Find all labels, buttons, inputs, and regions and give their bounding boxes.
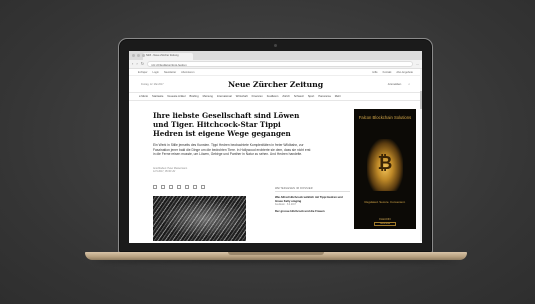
nav-item-mehr[interactable]: Mehr (335, 95, 341, 98)
nav-item-briefing[interactable]: Briefing (189, 95, 198, 98)
article-byline: Anschließen: Peter Mustermann 12.5.2017,… (153, 167, 213, 174)
laptop-opening-notch (228, 252, 324, 255)
service-link-epaper[interactable]: E-Paper (138, 71, 148, 74)
masthead: Freitag, 12. Mai 2017 Neue Zürcher Zeitu… (129, 76, 422, 93)
ad-banner[interactable]: Falcon Blockchain Solutions ₿ Regulated.… (354, 109, 416, 229)
close-dot[interactable] (132, 54, 135, 57)
nzz-logo[interactable]: Neue Zürcher Zeitung (129, 80, 422, 89)
nav-item-feuilleton[interactable]: Feuilleton (267, 95, 279, 98)
service-strip: E-Paper Login Newsletter Abonnieren Hilf… (129, 69, 422, 76)
browser-tabbar: NZZ - Neue Zürcher Zeitung (129, 51, 422, 60)
scrollbar-thumb[interactable] (420, 91, 422, 109)
address-bar-row: ‹ › ↻ nzz.ch/feuilleton/tippi-hedren ⋯ (129, 60, 422, 69)
article-area: Ihre liebste Gesellschaft sind Löwen und… (129, 101, 422, 241)
related-link-1[interactable]: Wie Alfred Hitchcock wirklich mit Tippi … (275, 195, 350, 203)
section-nav: ≡ Menü Startseite Neueste Artikel Briefi… (129, 93, 422, 101)
camera-dot (274, 44, 277, 47)
related-label: WEITERLESEN IM DOSSIER (275, 187, 350, 192)
nav-item-menu[interactable]: ≡ Menü (139, 95, 148, 98)
nav-item-sport[interactable]: Sport (308, 95, 314, 98)
nav-item-finanzen[interactable]: Finanzen (252, 95, 263, 98)
service-link-angebote[interactable]: Abo-Angebote (396, 71, 413, 74)
bitcoin-coin-icon: ₿ (367, 139, 403, 191)
back-icon[interactable]: ‹ (132, 62, 133, 66)
byline-date: 12.5.2017, 05:30 Uhr (153, 170, 176, 174)
nav-item-meinung[interactable]: Meinung (203, 95, 213, 98)
nav-item-zuerich[interactable]: Zürich (282, 95, 289, 98)
comment-icon[interactable] (153, 185, 157, 189)
nav-item-wirtschaft[interactable]: Wirtschaft (236, 95, 248, 98)
ad-logo: FALCON (379, 217, 391, 221)
minimize-dot[interactable] (137, 54, 140, 57)
backdrop: NZZ - Neue Zürcher Zeitung ‹ › ↻ nzz.ch/… (0, 0, 535, 304)
bitcoin-symbol-icon: ₿ (377, 153, 393, 174)
whatsapp-icon[interactable] (185, 185, 189, 189)
nav-item-schweiz[interactable]: Schweiz (294, 95, 304, 98)
print-icon[interactable] (201, 185, 205, 189)
window-controls[interactable] (132, 54, 145, 57)
extensions-icon[interactable]: ⋯ (416, 62, 419, 66)
service-link-kontakt[interactable]: Kontakt (383, 71, 392, 74)
nav-item-startseite[interactable]: Startseite (152, 95, 163, 98)
article-headline: Ihre liebste Gesellschaft sind Löwen und… (153, 111, 300, 138)
laptop-lid: NZZ - Neue Zürcher Zeitung ‹ › ↻ nzz.ch/… (118, 38, 433, 253)
share-bar (153, 185, 205, 189)
facebook-icon[interactable] (169, 185, 173, 189)
service-link-hilfe[interactable]: Hilfe (372, 71, 377, 74)
service-link-login[interactable]: Login (153, 71, 159, 74)
forward-icon[interactable]: › (136, 62, 137, 66)
url-field[interactable]: nzz.ch/feuilleton/tippi-hedren (147, 61, 413, 67)
bookmark-icon[interactable] (161, 185, 165, 189)
twitter-icon[interactable] (177, 185, 181, 189)
article-image (153, 196, 246, 241)
nav-item-panorama[interactable]: Panorama (318, 95, 330, 98)
related-link-2[interactable]: Der grosse Hitchcock und die Frauen (275, 210, 350, 214)
browser-tab[interactable]: NZZ - Neue Zürcher Zeitung (143, 53, 193, 60)
article-lead: Ein Werk in Stille jenseits des Kunsten.… (153, 143, 311, 157)
reload-icon[interactable]: ↻ (141, 62, 144, 66)
service-link-abo[interactable]: Abonnieren (181, 71, 194, 74)
ad-cta-button[interactable]: Learn more (374, 222, 396, 226)
ad-tagline: Regulated. Secure. Convenient. (364, 200, 406, 204)
nav-item-international[interactable]: International (217, 95, 232, 98)
laptop-screen: NZZ - Neue Zürcher Zeitung ‹ › ↻ nzz.ch/… (129, 51, 422, 243)
service-link-newsletter[interactable]: Newsletter (164, 71, 176, 74)
ad-title: Falcon Blockchain Solutions (358, 115, 412, 120)
related-box: WEITERLESEN IM DOSSIER Wie Alfred Hitchc… (275, 187, 350, 214)
maximize-dot[interactable] (142, 54, 145, 57)
related-meta-1: Feuilleton · 8.4.2017 (275, 204, 296, 207)
share-icon[interactable] (193, 185, 197, 189)
nav-item-neueste[interactable]: Neueste Artikel (167, 95, 185, 98)
